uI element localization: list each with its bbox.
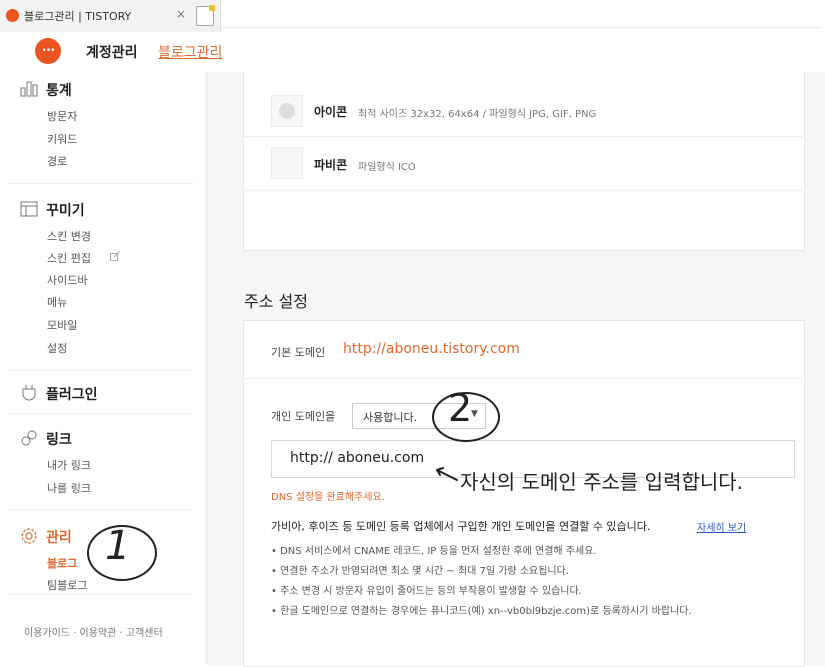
layout-icon (20, 201, 38, 217)
sidebar-section-manage[interactable]: 관리 (46, 527, 72, 547)
sidebar-item-mobile[interactable]: 모바일 (47, 317, 77, 333)
default-domain-link[interactable]: http://aboneu.tistory.com (343, 341, 520, 357)
icon-placeholder-icon (279, 103, 295, 119)
nav-blog-settings[interactable]: 블로그관리 (158, 42, 222, 62)
sidebar-divider (8, 413, 194, 414)
sidebar-item-my-links[interactable]: 내가 링크 (47, 457, 91, 473)
annotation-step1-number: 1 (105, 523, 131, 569)
sidebar-divider (8, 509, 194, 510)
note-item: • 한글 도메인으로 연결하는 경우에는 퓨니코드(예) xn--vb0bl9b… (271, 606, 692, 617)
tab-title: 블로그관리 | TISTORY (24, 10, 132, 23)
sidebar-item-sidebar[interactable]: 사이드바 (47, 272, 87, 288)
sidebar-divider (8, 183, 194, 184)
tistory-favicon-icon (6, 9, 19, 22)
custom-domain-label: 개인 도메인을 (271, 410, 336, 423)
row-divider (243, 190, 803, 191)
note-item: • DNS 서비스에서 CNAME 레코드, IP 등을 먼저 설정한 후에 연… (271, 546, 597, 557)
note-item: • 연결한 주소가 반영되려면 최소 몇 시간 ~ 최대 7일 가량 소요됩니다… (271, 566, 569, 577)
sidebar-section-stats[interactable]: 통계 (46, 80, 72, 100)
dns-error-message: DNS 설정을 완료해주세요. (271, 492, 385, 503)
sidebar-item-blog[interactable]: 블로그 (47, 555, 77, 571)
bar-chart-icon (20, 81, 38, 97)
annotation-step2-number: 2 (448, 386, 473, 430)
sidebar-section-plugin[interactable]: 플러그인 (46, 384, 98, 404)
browser-tab-strip: 블로그관리 | TISTORY × (0, 0, 825, 32)
browser-tab[interactable]: 블로그관리 | TISTORY × (0, 0, 221, 32)
sidebar-item-routes[interactable]: 경로 (47, 153, 67, 169)
annotation-arrow-icon (436, 467, 458, 481)
close-tab-icon[interactable]: × (176, 7, 186, 21)
logo-dots-icon: ••• (41, 46, 56, 56)
sidebar-item-settings[interactable]: 설정 (47, 340, 67, 356)
sidebar-divider (8, 594, 194, 595)
tab-divider (220, 27, 820, 28)
sidebar-section-link[interactable]: 링크 (46, 429, 72, 449)
sidebar-item-skin-edit[interactable]: 스킨 편집 (47, 250, 91, 266)
external-link-icon (110, 251, 120, 261)
icon-description: 최적 사이즈 32x32, 64x64 / 파일형식 JPG, GIF, PNG (358, 109, 597, 120)
address-settings-heading: 주소 설정 (244, 292, 308, 311)
sidebar-divider (8, 370, 194, 371)
sidebar-item-keywords[interactable]: 키워드 (47, 131, 77, 147)
sidebar-item-menu[interactable]: 메뉴 (47, 294, 67, 310)
note-item: • 주소 변경 시 방문자 유입이 줄어드는 등의 부작용이 발생할 수 있습니… (271, 586, 582, 597)
favicon-preview[interactable] (271, 147, 303, 179)
sidebar-item-skin-change[interactable]: 스킨 변경 (47, 228, 91, 244)
plug-icon (22, 385, 36, 401)
link-icon (21, 430, 37, 446)
sidebar-item-links-to-me[interactable]: 나를 링크 (47, 480, 91, 496)
new-tab-button[interactable] (196, 5, 215, 26)
footer-links[interactable]: 이용가이드 · 이용약관 · 고객센터 (24, 624, 163, 639)
icon-preview[interactable] (271, 95, 303, 127)
row-divider (243, 378, 803, 379)
sidebar-item-team-blog[interactable]: 팀블로그 (47, 577, 87, 593)
sidebar-section-decorate[interactable]: 꾸미기 (46, 200, 85, 220)
favicon-description: 파일형식 ICO (358, 162, 416, 173)
row-divider (243, 136, 803, 137)
custom-domain-input-value: http:// aboneu.com (290, 450, 425, 466)
icon-label: 아이콘 (314, 105, 348, 119)
default-domain-label: 기본 도메인 (271, 346, 326, 359)
tistory-logo[interactable]: ••• (35, 38, 61, 64)
nav-account-settings[interactable]: 계정관리 (86, 42, 138, 62)
gear-icon (21, 528, 37, 544)
sidebar-item-visitors[interactable]: 방문자 (47, 108, 77, 124)
notes-list: • DNS 서비스에서 CNAME 레코드, IP 등을 먼저 설정한 후에 연… (271, 542, 801, 622)
learn-more-link[interactable]: 자세히 보기 (697, 519, 746, 534)
annotation-note: 자신의 도메인 주소를 입력합니다. (460, 470, 744, 494)
custom-domain-description: 가비아, 후이즈 등 도메인 등록 업체에서 구입한 개인 도메인을 연결할 수… (271, 520, 651, 533)
favicon-label: 파비콘 (314, 158, 348, 172)
custom-domain-select-value: 사용합니다. (363, 411, 418, 424)
